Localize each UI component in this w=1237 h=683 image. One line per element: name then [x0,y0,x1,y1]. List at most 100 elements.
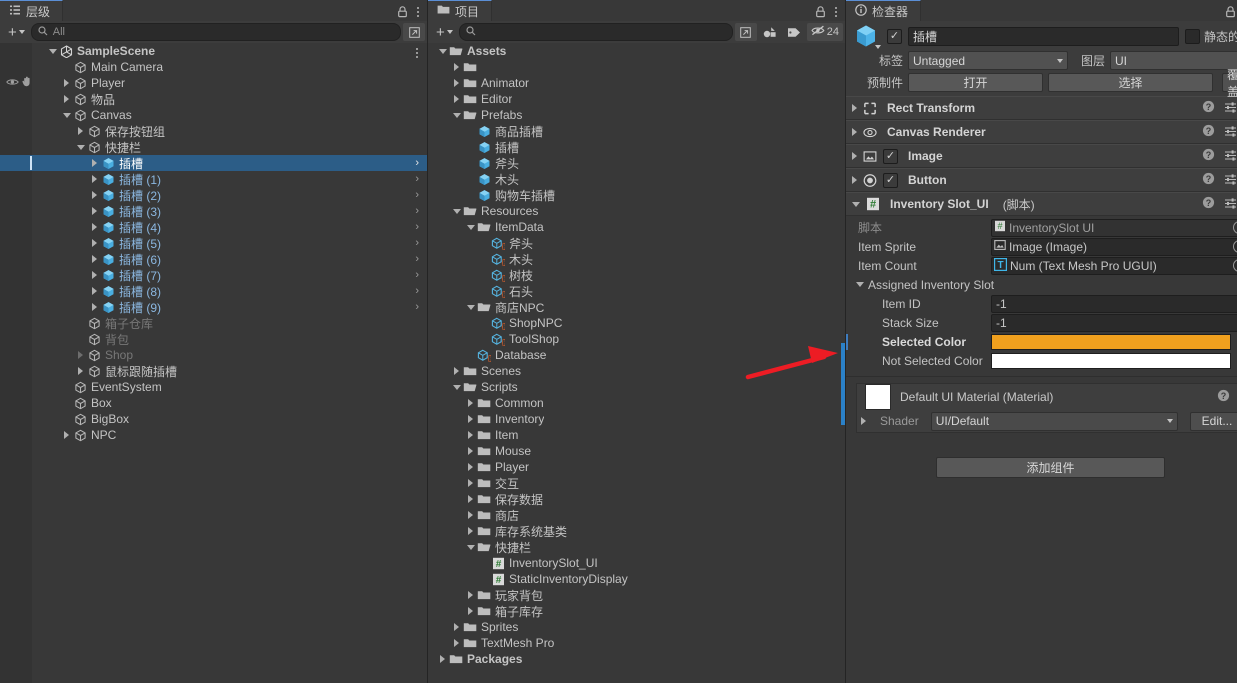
foldout-toggle[interactable] [436,48,449,54]
project-item[interactable]: Inventory [428,411,845,427]
hierarchy-item[interactable]: 插槽 (9) › [0,299,427,315]
hierarchy-item[interactable]: 保存按钮组 [0,123,427,139]
project-add-button[interactable]: + [430,23,457,41]
project-item[interactable]: 商店 [428,507,845,523]
foldout-toggle[interactable] [88,159,101,167]
foldout-toggle[interactable] [464,591,477,599]
tab-inspector[interactable]: 检查器 [846,0,922,21]
open-prefab-chevron-icon[interactable]: › [415,157,419,169]
foldout-toggle[interactable] [450,384,463,390]
hierarchy-item[interactable]: SampleScene [0,43,427,59]
not-selected-color-swatch[interactable] [991,352,1232,369]
project-item[interactable]: 斧头 [428,155,845,171]
prefab-overrides-dropdown[interactable]: 覆盖 [1222,68,1237,99]
project-scrollbar[interactable] [841,343,845,425]
project-search-in-window-button[interactable] [734,23,757,41]
lock-icon[interactable] [1225,6,1236,18]
component-header[interactable]: ✓ Image? [846,144,1237,168]
project-item[interactable]: 木头 [428,171,845,187]
eyedropper-icon[interactable] [1233,354,1237,367]
foldout-toggle[interactable] [450,623,463,631]
foldout-toggle[interactable] [464,479,477,487]
project-item[interactable]: # StaticInventoryDisplay [428,571,845,587]
object-picker-icon[interactable] [1233,259,1237,272]
foldout-toggle[interactable] [88,287,101,295]
preset-icon[interactable] [1224,173,1237,188]
foldout-toggle[interactable] [450,208,463,214]
project-item[interactable]: Animator [428,75,845,91]
selected-color-swatch[interactable] [991,333,1232,350]
open-prefab-chevron-icon[interactable]: › [415,269,419,281]
foldout-toggle[interactable] [60,95,73,103]
lock-icon[interactable] [815,6,826,18]
foldout-toggle[interactable] [88,191,101,199]
open-prefab-chevron-icon[interactable]: › [415,189,419,201]
hierarchy-item[interactable]: 插槽 (8) › [0,283,427,299]
hierarchy-menu-icon[interactable] [417,7,419,17]
foldout-toggle[interactable] [464,463,477,471]
project-item[interactable]: {} 斧头 [428,235,845,251]
open-prefab-chevron-icon[interactable]: › [415,237,419,249]
help-icon[interactable]: ? [1202,172,1215,188]
static-toggle-group[interactable]: 静态的 [1185,28,1237,45]
hierarchy-item[interactable]: 插槽 (1) › [0,171,427,187]
project-item[interactable]: ItemData [428,219,845,235]
shader-edit-button[interactable]: Edit... [1190,411,1237,431]
chevron-right-icon[interactable] [852,128,857,136]
project-menu-icon[interactable] [835,7,837,17]
foldout-toggle[interactable] [450,95,463,103]
hidden-items-indicator[interactable]: 24 [806,23,843,41]
project-item[interactable]: Prefabs [428,107,845,123]
hierarchy-item[interactable]: 插槽 (5) › [0,235,427,251]
foldout-toggle[interactable] [88,239,101,247]
project-item[interactable]: {} 石头 [428,283,845,299]
prefab-open-button[interactable]: 打开 [908,73,1043,92]
preset-icon[interactable] [1224,125,1237,140]
item-sprite-object-field[interactable]: Image (Image) [991,237,1237,256]
project-search-input[interactable] [458,23,733,41]
layer-dropdown[interactable]: UI [1110,51,1237,70]
hierarchy-item[interactable]: 插槽 › [0,155,427,171]
hierarchy-search-in-window-button[interactable] [403,23,425,41]
preset-icon[interactable] [1224,149,1237,164]
component-header[interactable]: ✓ Button? [846,168,1237,192]
component-header[interactable]: # Inventory Slot_UI (脚本)? [846,192,1237,216]
hierarchy-item[interactable]: 插槽 (4) › [0,219,427,235]
assigned-inventory-slot-foldout[interactable]: Assigned Inventory Slot [846,275,1237,294]
project-item[interactable]: Scripts [428,379,845,395]
foldout-toggle[interactable] [88,223,101,231]
hierarchy-item[interactable]: Canvas [0,107,427,123]
foldout-toggle[interactable] [436,655,449,663]
hierarchy-item[interactable]: 快捷栏 [0,139,427,155]
project-item[interactable]: Resources [428,203,845,219]
hierarchy-item[interactable]: Box [0,395,427,411]
foldout-toggle[interactable] [450,63,463,71]
tag-dropdown[interactable]: Untagged [908,51,1068,70]
foldout-toggle[interactable] [74,367,87,375]
label-filter-button[interactable] [783,23,805,41]
shader-dropdown[interactable]: UI/Default [930,411,1179,431]
hierarchy-item[interactable]: 插槽 (2) › [0,187,427,203]
hierarchy-item[interactable]: 背包 [0,331,427,347]
open-prefab-chevron-icon[interactable]: › [415,253,419,265]
component-enabled-checkbox[interactable]: ✓ [883,148,898,164]
chevron-right-icon[interactable] [852,152,857,160]
component-header[interactable]: Canvas Renderer? [846,120,1237,144]
hierarchy-add-button[interactable]: + [2,23,29,41]
project-item[interactable]: # InventorySlot_UI [428,555,845,571]
foldout-toggle[interactable] [450,79,463,87]
project-item[interactable]: Mouse [428,443,845,459]
project-item[interactable]: Assets [428,43,845,59]
help-icon[interactable]: ? [1202,100,1215,116]
chevron-down-icon[interactable] [852,201,860,207]
help-icon[interactable]: ? [1202,148,1215,164]
open-prefab-chevron-icon[interactable]: › [415,285,419,297]
project-item[interactable]: Sprites [428,619,845,635]
foldout-toggle[interactable] [464,415,477,423]
stack-size-input[interactable]: -1 [991,313,1237,332]
open-prefab-chevron-icon[interactable]: › [415,205,419,217]
tab-project[interactable]: 项目 [428,0,493,21]
hierarchy-search-input[interactable]: All [30,23,401,41]
add-component-button[interactable]: 添加组件 [936,457,1165,478]
object-picker-icon[interactable] [1233,240,1237,253]
